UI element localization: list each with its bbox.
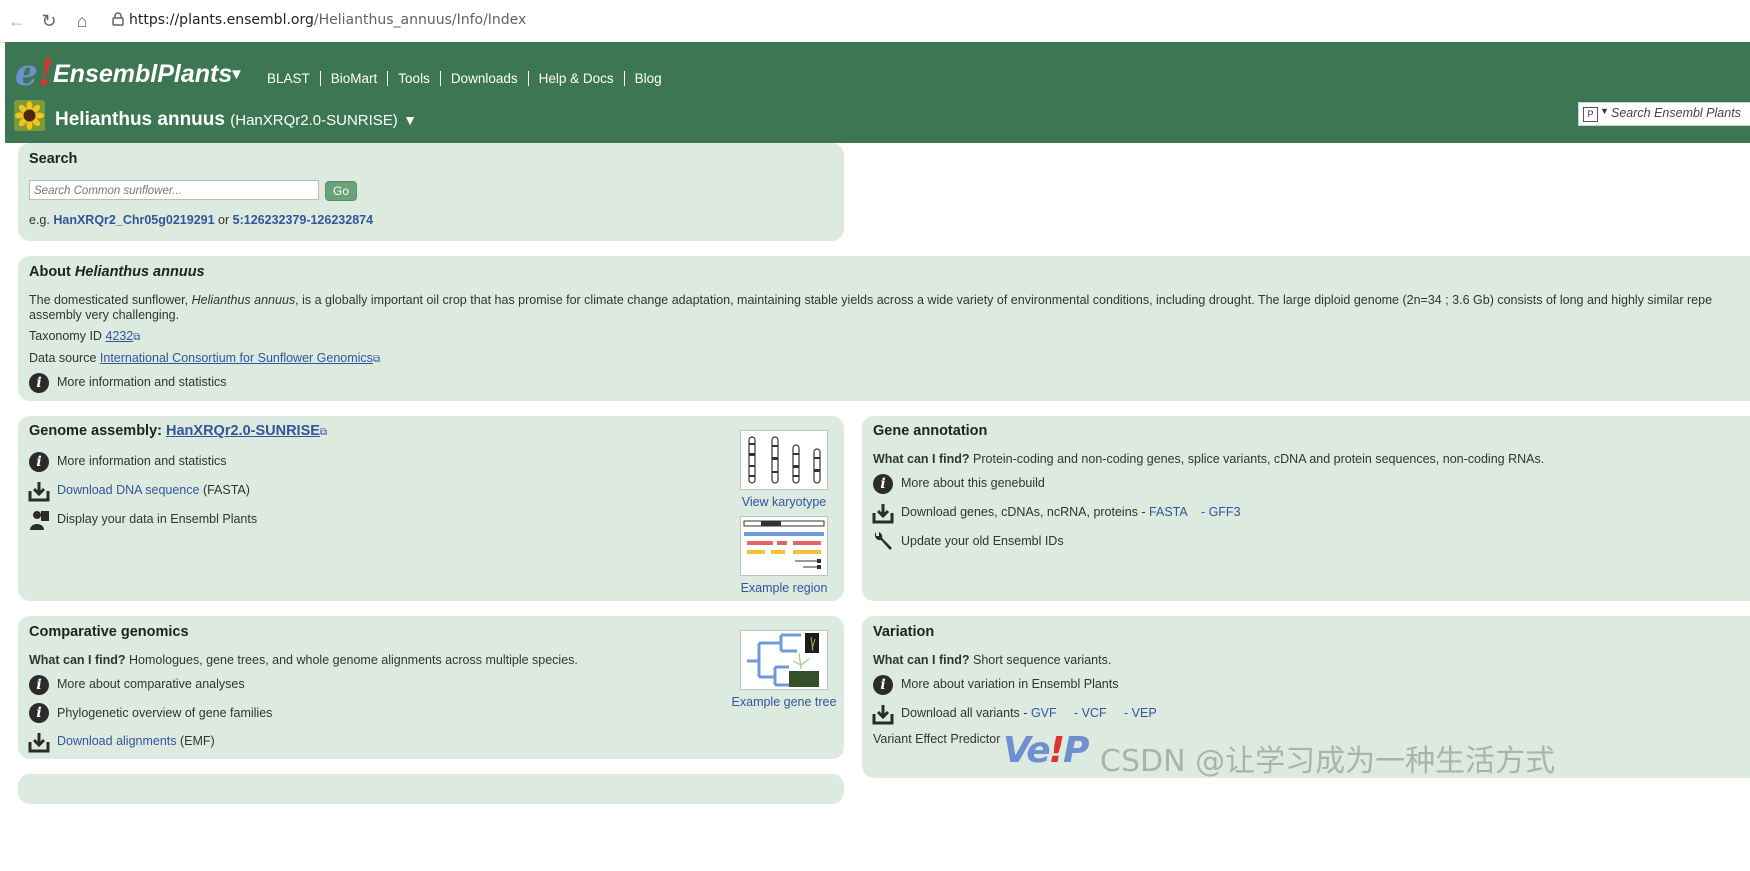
ensembl-logo-icon[interactable]: e! [15,52,54,94]
download-gvf-link[interactable]: GVF [1031,706,1057,720]
division-caret-icon[interactable]: ▼ [229,66,244,83]
comparative-title: Comparative genomics [29,624,189,640]
info-icon: i [29,373,49,393]
download-dna-row: Download DNA sequence (FASTA) [57,483,250,497]
genome-assembly-title: Genome assembly: HanXRQr2.0-SUNRISE⧉ [29,423,328,439]
about-description: The domesticated sunflower, Helianthus a… [29,293,1713,307]
update-ids-link[interactable]: Update your old Ensembl IDs [901,534,1064,548]
phylogenetic-overview-link[interactable]: Phylogenetic overview of gene families [57,706,272,720]
species-search-input[interactable]: Search Common sunflower... [29,180,319,200]
top-navigation: BLAST BioMart Tools Downloads Help & Doc… [257,71,672,86]
browser-toolbar: ← ↻ ⌂ https://plants.ensembl.org/Heliant… [0,0,1750,43]
external-link-icon: ⧉ [133,332,141,343]
next-panel-partial [18,774,844,804]
example-region-caption-link[interactable]: Example region [732,581,836,595]
reload-icon[interactable]: ↻ [38,10,60,32]
lock-icon [112,12,124,26]
gene-annotation-what: What can I find? Protein-coding and non-… [873,452,1545,466]
wrench-icon [872,530,894,552]
download-icon [28,731,50,753]
nav-blog[interactable]: Blog [623,71,672,86]
gene-annotation-title: Gene annotation [873,423,988,439]
vep-link[interactable]: Variant Effect Predictor [873,732,1000,746]
example-region-link[interactable]: 5:126232379-126232874 [233,213,373,227]
download-variants-row: Download all variants - GVF - VCF - VEP [901,706,1157,720]
user-data-icon [28,509,50,531]
about-more-info-link[interactable]: More information and statistics [57,375,227,389]
taxonomy-id-link[interactable]: 4232 [105,329,133,343]
species-assembly: (HanXRQr2.0-SUNRISE) [230,112,398,129]
download-icon [872,703,894,725]
karyotype-thumbnail[interactable] [740,430,828,490]
search-panel: Search Search Common sunflower... Go e.g… [18,143,844,241]
gene-tree-thumbnail[interactable] [740,630,828,690]
example-or: or [218,213,230,227]
variation-what: What can I find? Short sequence variants… [873,653,1112,667]
url-text: https://plants.ensembl.org/Helianthus_an… [129,12,527,28]
nav-blast[interactable]: BLAST [257,71,320,86]
comparative-what: What can I find? Homologues, gene trees,… [29,653,578,667]
search-examples: e.g. HanXRQr2_Chr05g0219291 or 5:1262323… [29,213,373,227]
download-fasta-link[interactable]: FASTA [1149,505,1187,519]
info-icon: i [29,675,49,695]
genome-assembly-panel: Genome assembly: HanXRQr2.0-SUNRISE⧉ i M… [18,416,844,601]
home-icon[interactable]: ⌂ [71,10,93,32]
download-genes-row: Download genes, cDNAs, ncRNA, proteins -… [901,505,1241,519]
info-icon: i [29,452,49,472]
download-vep-link[interactable]: - VEP [1124,706,1157,720]
search-source-icon[interactable]: P [1583,107,1598,122]
info-icon: i [873,474,893,494]
download-alignments-link[interactable]: Download alignments [57,734,177,748]
search-title: Search [29,151,78,167]
more-about-variation-link[interactable]: More about variation in Ensembl Plants [901,677,1118,691]
download-gff3-link[interactable]: - GFF3 [1201,505,1241,519]
search-go-button[interactable]: Go [325,181,357,201]
site-logo-text[interactable]: EnsemblPlants [53,60,232,89]
assembly-link[interactable]: HanXRQr2.0-SUNRISE [166,423,320,439]
region-thumbnail[interactable] [740,516,828,576]
back-arrow-icon[interactable]: ← [6,10,28,32]
view-karyotype-link[interactable]: View karyotype [732,495,836,509]
example-gene-link[interactable]: HanXRQr2_Chr05g0219291 [53,213,214,227]
data-source-link[interactable]: International Consortium for Sunflower G… [100,351,373,365]
download-icon [872,502,894,524]
taxonomy-row: Taxonomy ID 4232⧉ [29,329,141,343]
info-icon: i [873,675,893,695]
genome-more-info-link[interactable]: More information and statistics [57,454,227,468]
nav-biomart[interactable]: BioMart [319,71,388,86]
sunflower-icon [14,100,45,131]
example-prefix: e.g. [29,213,50,227]
about-panel: About Helianthus annuus The domesticated… [18,256,1750,401]
search-dropdown-caret-icon[interactable]: ▼ [1600,106,1609,116]
header-search-input[interactable]: Search Ensembl Plants [1611,106,1741,120]
csdn-watermark: CSDN @让学习成为一种生活方式 [1100,744,1556,779]
more-about-comparative-link[interactable]: More about comparative analyses [57,677,245,691]
example-gene-tree-link[interactable]: Example gene tree [726,695,842,709]
species-title[interactable]: Helianthus annuus (HanXRQr2.0-SUNRISE) ▼ [55,109,417,131]
external-link-icon: ⧉ [319,427,328,438]
vep-logo-icon[interactable]: Ve!P [1003,730,1090,771]
info-icon: i [29,703,49,723]
download-alignments-row: Download alignments (EMF) [57,734,215,748]
site-header: e! EnsemblPlants ▼ BLAST BioMart Tools D… [5,42,1750,143]
gene-annotation-panel: Gene annotation What can I find? Protein… [862,416,1750,601]
data-source-row: Data source International Consortium for… [29,351,381,365]
nav-downloads[interactable]: Downloads [439,71,528,86]
display-data-link[interactable]: Display your data in Ensembl Plants [57,512,257,526]
nav-tools[interactable]: Tools [387,71,440,86]
nav-help-docs[interactable]: Help & Docs [527,71,624,86]
about-title: About Helianthus annuus [29,264,205,280]
about-description-line2: assembly very challenging. [29,308,180,322]
download-vcf-link[interactable]: - VCF [1074,706,1107,720]
download-icon [28,480,50,502]
download-dna-link[interactable]: Download DNA sequence [57,483,199,497]
comparative-genomics-panel: Comparative genomics What can I find? Ho… [18,616,844,759]
header-search-box[interactable]: P ▼ Search Ensembl Plants [1578,102,1750,126]
address-bar[interactable]: https://plants.ensembl.org/Helianthus_an… [112,6,1632,36]
variation-title: Variation [873,624,935,640]
external-link-icon: ⧉ [372,354,381,365]
more-about-genebuild-link[interactable]: More about this genebuild [901,476,1045,490]
species-caret-icon[interactable]: ▼ [403,112,417,128]
